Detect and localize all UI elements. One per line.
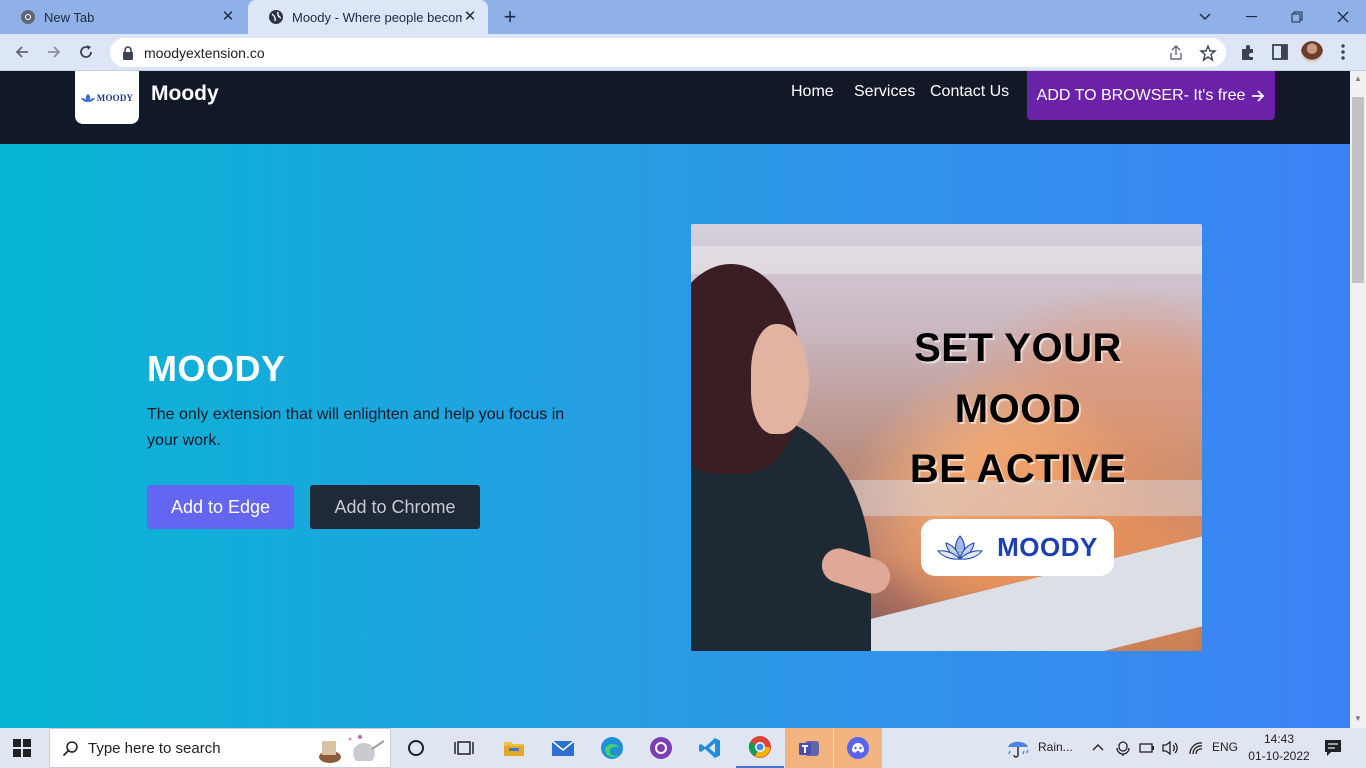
lotus-icon	[937, 534, 984, 560]
forward-button[interactable]	[42, 40, 66, 64]
promo-line-2: MOOD	[954, 387, 1082, 431]
back-button[interactable]	[10, 40, 34, 64]
nav-home[interactable]: Home	[791, 83, 834, 101]
address-bar[interactable]: moodyextension.co	[110, 38, 1226, 67]
mail-icon[interactable]	[539, 728, 587, 768]
tab-title: Moody - Where people become	[292, 9, 462, 25]
promo-line-1: SET YOUR	[914, 326, 1122, 370]
side-panel-icon[interactable]	[1270, 42, 1290, 62]
windows-start-icon[interactable]	[13, 739, 31, 757]
battery-plug-icon[interactable]	[1139, 741, 1155, 755]
new-tab-button[interactable]: +	[498, 5, 522, 29]
site-logo[interactable]: MOODY	[75, 71, 139, 124]
language-indicator[interactable]: ENG	[1212, 740, 1238, 754]
cortana-icon[interactable]	[392, 728, 440, 768]
page-scrollbar[interactable]: ▲ ▼	[1350, 71, 1366, 728]
arrow-right-icon	[1252, 89, 1265, 102]
notifications-icon[interactable]	[1324, 739, 1342, 757]
nav-services[interactable]: Services	[854, 83, 915, 101]
promo-badge-text: MOODY	[997, 532, 1098, 562]
tab-moody[interactable]: Moody - Where people become ✕	[248, 0, 488, 34]
clock-time: 14:43	[1263, 732, 1295, 746]
chrome-icon	[20, 9, 36, 25]
search-highlight-icon	[319, 735, 385, 763]
minimize-button[interactable]	[1228, 0, 1274, 34]
add-to-edge-button[interactable]: Add to Edge	[147, 485, 294, 529]
hero-title: MOODY	[147, 348, 286, 389]
tab-search-icon[interactable]	[1182, 0, 1228, 34]
taskbar-search[interactable]: Type here to search	[49, 728, 391, 768]
tab-strip: New Tab ✕ Moody - Where people become ✕ …	[0, 0, 1366, 34]
promo-line-3: BE ACTIVE	[909, 447, 1127, 491]
url-text: moodyextension.co	[144, 44, 265, 61]
teams-icon[interactable]	[785, 728, 833, 768]
wifi-icon[interactable]	[1188, 741, 1204, 755]
weather-text[interactable]: Rain...	[1038, 740, 1073, 754]
close-window-button[interactable]	[1320, 0, 1366, 34]
lotus-icon	[80, 93, 95, 102]
search-icon	[62, 741, 78, 757]
github-desktop-icon[interactable]	[637, 728, 685, 768]
chevron-up-icon[interactable]	[1092, 742, 1104, 752]
chrome-taskbar-icon[interactable]	[736, 728, 784, 768]
nav-contact-us[interactable]: Contact Us	[930, 83, 1009, 101]
system-clock[interactable]: 14:43 01-10-2022	[1246, 731, 1312, 765]
reload-button[interactable]	[74, 40, 98, 64]
meet-now-icon[interactable]	[1116, 740, 1130, 756]
rain-weather-icon[interactable]	[1006, 737, 1032, 759]
edge-icon[interactable]	[588, 728, 636, 768]
cta-label: ADD TO BROWSER- It's free	[1036, 86, 1246, 104]
scroll-down-icon[interactable]: ▼	[1353, 714, 1363, 724]
taskbar: Type here to search Rain... ENG 14:43 01…	[0, 728, 1366, 768]
close-tab-icon[interactable]: ✕	[220, 9, 236, 25]
more-menu-icon[interactable]	[1333, 42, 1353, 62]
scroll-up-icon[interactable]: ▲	[1353, 74, 1363, 84]
share-icon[interactable]	[1167, 44, 1185, 62]
clock-date: 01-10-2022	[1248, 749, 1310, 763]
promo-image: SET YOUR MOOD BE ACTIVE MOODY	[691, 224, 1202, 651]
profile-avatar[interactable]	[1301, 41, 1323, 63]
promo-badge: MOODY	[921, 519, 1114, 576]
brand-name[interactable]: Moody	[151, 82, 219, 106]
tab-title: New Tab	[44, 9, 95, 25]
globe-icon	[268, 9, 284, 25]
close-tab-icon[interactable]: ✕	[462, 9, 478, 25]
bookmark-star-icon[interactable]	[1199, 44, 1217, 62]
site-navbar: MOODY Moody Home Services Contact Us ADD…	[0, 71, 1350, 144]
hero-description: The only extension that will enlighten a…	[147, 406, 565, 449]
extensions-icon[interactable]	[1238, 42, 1258, 62]
browser-toolbar: moodyextension.co	[0, 34, 1366, 71]
volume-icon[interactable]	[1162, 740, 1180, 756]
file-explorer-icon[interactable]	[490, 728, 538, 768]
vscode-icon[interactable]	[686, 728, 734, 768]
restore-button[interactable]	[1274, 0, 1320, 34]
discord-icon[interactable]	[834, 728, 882, 768]
tab-new-tab[interactable]: New Tab ✕	[0, 0, 246, 34]
logo-text: MOODY	[96, 92, 134, 103]
task-view-icon[interactable]	[440, 728, 488, 768]
hero-section: MOODY The only extension that will enlig…	[0, 144, 1350, 728]
lock-icon	[123, 45, 133, 60]
add-to-browser-button[interactable]: ADD TO BROWSER- It's free	[1027, 71, 1275, 120]
add-to-chrome-button[interactable]: Add to Chrome	[310, 485, 480, 529]
scrollbar-thumb[interactable]	[1352, 97, 1364, 283]
search-placeholder: Type here to search	[88, 739, 221, 757]
webpage: MOODY Moody Home Services Contact Us ADD…	[0, 71, 1350, 728]
